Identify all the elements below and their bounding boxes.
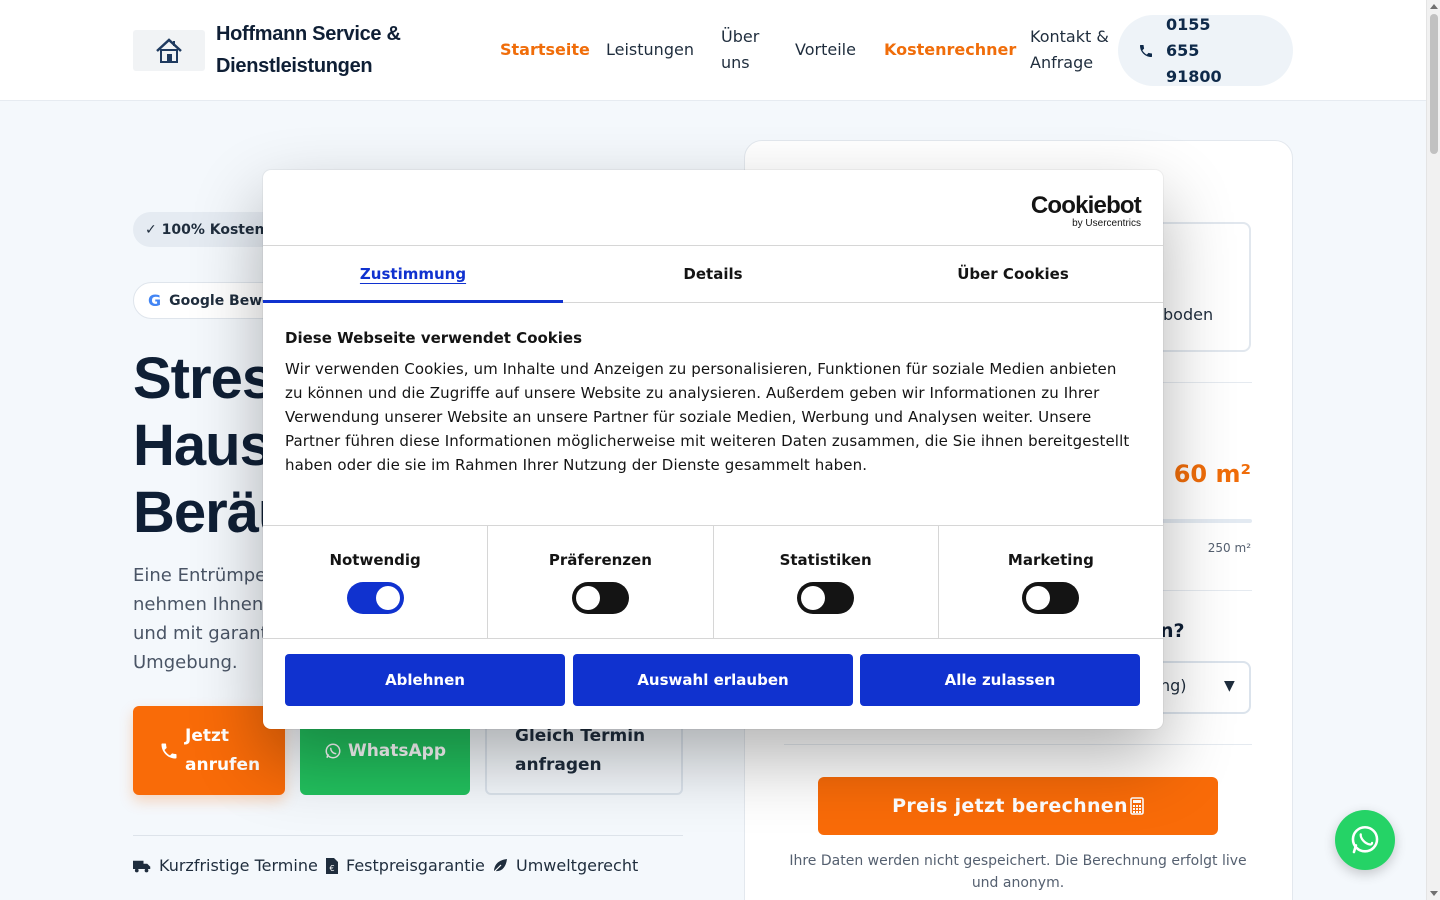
- scroll-up-icon[interactable]: [1430, 4, 1438, 9]
- cookiebot-logo: Cookiebot by Usercentrics: [1030, 192, 1142, 230]
- document-euro-icon: €: [326, 857, 338, 874]
- logo[interactable]: [133, 30, 205, 71]
- scrollbar-thumb[interactable]: [1430, 14, 1438, 154]
- category-label: Marketing: [1007, 551, 1094, 569]
- calculator-icon: [1130, 797, 1144, 815]
- truck-icon: [133, 860, 151, 872]
- category-label: Statistiken: [779, 551, 872, 569]
- svg-text:€: €: [329, 864, 334, 873]
- area-value: 60 m²: [1173, 460, 1251, 488]
- calculator-note: Ihre Daten werden nicht gespeichert. Die…: [789, 853, 1247, 891]
- nav-startseite[interactable]: Startseite: [500, 37, 590, 63]
- whatsapp-icon: [1351, 825, 1379, 854]
- toggle-notwendig[interactable]: [346, 582, 404, 614]
- feature-item: Kurzfristige Termine: [133, 856, 318, 875]
- toggle-statistiken[interactable]: [797, 582, 855, 614]
- leaf-icon: [493, 858, 507, 872]
- chevron-down-icon: ▼: [1224, 678, 1235, 694]
- toggle-knob: [1026, 586, 1051, 610]
- tab-details[interactable]: Details: [563, 246, 863, 302]
- nav-ueber-uns[interactable]: Über uns: [721, 24, 771, 76]
- divider: [784, 744, 1252, 745]
- phone-icon: [161, 743, 177, 758]
- site-header: Hoffmann Service & Dienstleistungen Star…: [0, 0, 1426, 101]
- category-label: Notwendig: [329, 551, 421, 569]
- category-praeferenzen: Präferenzen: [488, 526, 714, 638]
- category-statistiken: Statistiken: [714, 526, 939, 638]
- tab-zustimmung[interactable]: Zustimmung: [263, 246, 563, 303]
- whatsapp-icon: [325, 743, 341, 758]
- phone-icon: [1140, 44, 1152, 57]
- nav-kontakt[interactable]: Kontakt & Anfrage: [1030, 24, 1126, 76]
- call-button-label: Jetzt anrufen: [185, 725, 261, 775]
- nav-leistungen[interactable]: Leistungen: [606, 37, 694, 63]
- cookie-heading: Diese Webseite verwendet Cookies: [285, 329, 583, 347]
- calculator-question: n?: [1160, 620, 1185, 642]
- category-marketing: Marketing: [939, 526, 1163, 638]
- feature-item: Umweltgerecht: [492, 856, 638, 875]
- toggle-marketing[interactable]: [1022, 582, 1080, 614]
- cookiebot-logo-text: Cookiebot: [1030, 192, 1142, 219]
- toggle-knob: [375, 586, 400, 610]
- category-notwendig: Notwendig: [263, 526, 489, 638]
- toggle-knob: [801, 586, 826, 610]
- calculator-select-value: ng): [1160, 676, 1187, 695]
- toggle-knob: [575, 586, 600, 610]
- scroll-down-icon[interactable]: [1430, 891, 1438, 896]
- calculate-price-label: Preis jetzt berechnen: [892, 795, 1128, 817]
- cookie-tabs: Zustimmung Details Über Cookies: [263, 245, 1163, 303]
- allow-all-button[interactable]: Alle zulassen: [860, 654, 1140, 706]
- google-reviews-label: Google Bewe: [169, 292, 272, 309]
- feature-label: Festpreisgarantie: [346, 856, 485, 875]
- feature-item: € Festpreisgarantie: [326, 856, 485, 875]
- phone-button[interactable]: 0155 655 91800: [1118, 15, 1293, 86]
- divider: [133, 835, 683, 836]
- phone-number: 0155 655 91800: [1166, 14, 1222, 86]
- allow-selection-button[interactable]: Auswahl erlauben: [573, 654, 853, 706]
- cookie-consent-dialog: Cookiebot by Usercentrics Zustimmung Det…: [263, 170, 1163, 729]
- google-icon: G: [148, 291, 162, 310]
- request-appointment-label: Gleich Termin anfragen: [515, 725, 646, 775]
- house-logo-icon: [156, 37, 182, 63]
- whatsapp-button-label: WhatsApp: [347, 740, 447, 761]
- tab-ueber-cookies[interactable]: Über Cookies: [863, 246, 1163, 302]
- cookie-description: Wir verwenden Cookies, um Inhalte und An…: [285, 360, 1130, 474]
- cookiebot-logo-subtext: by Usercentrics: [1072, 218, 1141, 229]
- category-label: Präferenzen: [548, 551, 652, 569]
- whatsapp-float-button[interactable]: [1335, 810, 1395, 870]
- page-scrollbar[interactable]: [1426, 0, 1440, 900]
- nav-kostenrechner[interactable]: Kostenrechner: [884, 37, 1016, 63]
- feature-label: Umweltgerecht: [516, 856, 639, 875]
- toggle-praeferenzen[interactable]: [571, 582, 629, 614]
- cookie-categories: Notwendig Präferenzen Statistiken Market…: [263, 525, 1163, 639]
- slider-max-label: 250 m²: [1207, 541, 1251, 555]
- calculate-price-button[interactable]: Preis jetzt berechnen: [818, 777, 1218, 835]
- calculator-option-label: boden: [1163, 305, 1214, 324]
- brand-name[interactable]: Hoffmann Service & Dienstleistungen: [216, 18, 416, 82]
- nav-vorteile[interactable]: Vorteile: [795, 37, 856, 63]
- reject-button[interactable]: Ablehnen: [285, 654, 565, 706]
- feature-label: Kurzfristige Termine: [159, 856, 318, 875]
